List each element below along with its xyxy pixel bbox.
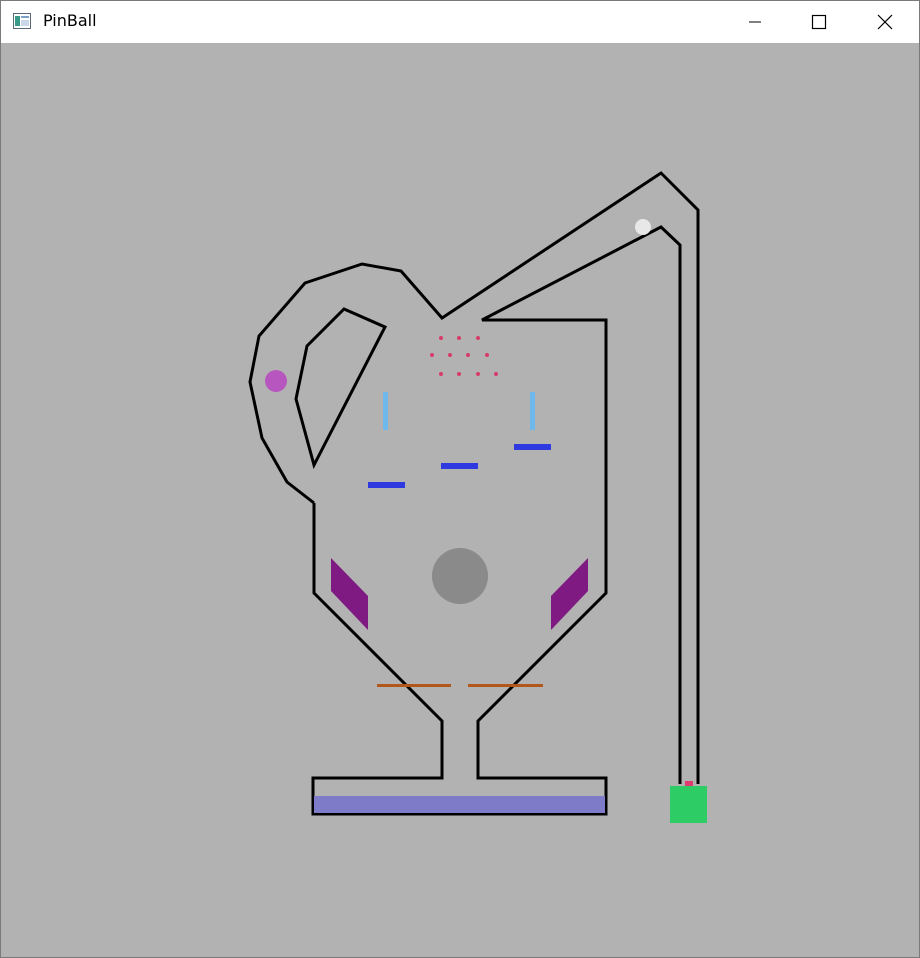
left-slingshot [331, 558, 368, 630]
pin [439, 336, 443, 340]
pin [457, 336, 461, 340]
plunger[interactable] [670, 786, 707, 823]
pin [485, 353, 489, 357]
pin [439, 372, 443, 376]
title-bar[interactable]: PinBall [1, 1, 919, 43]
pinball-ball [635, 219, 651, 235]
pin [457, 372, 461, 376]
blue-bar-right [514, 444, 551, 450]
left-flipper[interactable] [377, 684, 451, 687]
drain-zone [314, 796, 605, 813]
blue-bar-left [368, 482, 405, 488]
minimize-button[interactable] [723, 1, 787, 43]
center-bumper [432, 548, 488, 604]
minimize-icon [749, 21, 761, 23]
side-bumper [265, 370, 287, 392]
table-left-lower-wall [311, 225, 682, 816]
pinball-table[interactable] [1, 43, 919, 957]
pin [448, 353, 452, 357]
right-slingshot [551, 558, 588, 630]
right-post [530, 392, 535, 430]
pin [466, 353, 470, 357]
left-post [383, 392, 388, 430]
pin [430, 353, 434, 357]
close-icon [877, 14, 893, 30]
maximize-button[interactable] [787, 1, 851, 43]
pin [476, 336, 480, 340]
pinball-window: PinBall [0, 0, 920, 958]
right-flipper[interactable] [468, 684, 543, 687]
table-outer-wall [248, 171, 700, 784]
window-title: PinBall [43, 11, 97, 30]
pin [476, 372, 480, 376]
blue-bar-center [441, 463, 478, 469]
pin [494, 372, 498, 376]
close-button[interactable] [853, 1, 917, 43]
pin-cluster [430, 336, 498, 376]
game-canvas[interactable] [1, 43, 919, 957]
maximize-icon [811, 14, 827, 30]
window-app-icon [13, 13, 31, 29]
left-inner-loop [294, 307, 388, 470]
